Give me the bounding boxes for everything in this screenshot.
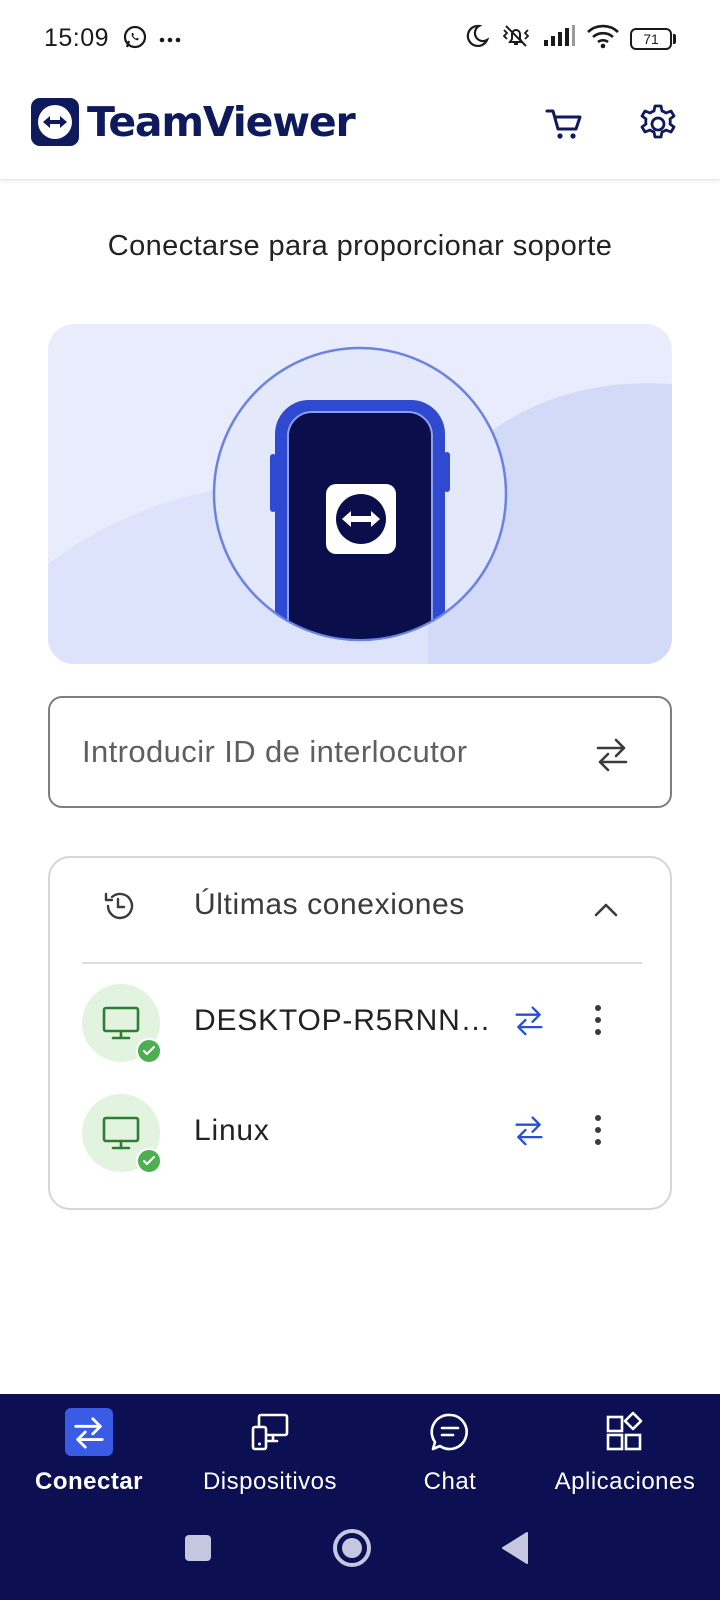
system-navigation-bar (0, 1506, 720, 1600)
battery-level: 71 (630, 27, 672, 50)
hero-illustration (48, 324, 672, 664)
cell-signal-icon (542, 24, 576, 53)
app-name: TeamViewer (87, 98, 356, 146)
recent-connection-row[interactable]: Linux (50, 1082, 670, 1182)
chat-bubble-icon (426, 1408, 474, 1456)
mute-vibrate-icon (500, 22, 532, 55)
recent-connections-card: Últimas conexiones DESKTOP-R5RNN… Linux (48, 856, 672, 1210)
nav-label: Chat (423, 1468, 477, 1495)
monitor-icon (102, 1006, 140, 1040)
more-vertical-icon[interactable] (574, 996, 622, 1044)
do-not-disturb-moon-icon (462, 22, 490, 55)
connect-arrows-icon[interactable] (588, 730, 636, 778)
connect-arrows-icon (65, 1408, 113, 1456)
more-notifications-icon (158, 31, 182, 49)
connect-arrows-icon[interactable] (505, 996, 553, 1044)
nav-item-aplicaciones[interactable]: Aplicaciones (540, 1408, 710, 1508)
phone-illustration (48, 346, 672, 664)
online-check-icon (136, 1148, 162, 1174)
recent-connections-header[interactable]: Últimas conexiones (50, 858, 670, 962)
recent-connection-row[interactable]: DESKTOP-R5RNN… (50, 972, 670, 1072)
nav-label: Dispositivos (202, 1468, 338, 1495)
computer-avatar (82, 984, 162, 1064)
nav-item-conectar[interactable]: Conectar (24, 1408, 154, 1508)
apps-grid-icon (601, 1408, 649, 1456)
partner-id-field[interactable] (48, 696, 672, 808)
computer-avatar (82, 1094, 162, 1174)
gear-icon[interactable] (634, 100, 682, 148)
divider (82, 962, 642, 964)
recents-square-icon[interactable] (176, 1526, 220, 1570)
connection-name: DESKTOP-R5RNN… (194, 1004, 492, 1037)
nav-item-chat[interactable]: Chat (390, 1408, 510, 1508)
partner-id-input[interactable] (82, 734, 562, 770)
nav-label: Conectar (34, 1468, 144, 1495)
whatsapp-icon (122, 24, 148, 55)
nav-item-dispositivos[interactable]: Dispositivos (190, 1408, 350, 1508)
page-title: Conectarse para proporcionar soporte (107, 230, 613, 262)
status-time: 15:09 (44, 24, 110, 52)
chevron-up-icon[interactable] (586, 890, 626, 930)
back-triangle-icon[interactable] (492, 1526, 536, 1570)
teamviewer-logo: TeamViewer (31, 98, 356, 146)
history-icon (102, 888, 138, 929)
online-check-icon (136, 1038, 162, 1064)
cart-icon[interactable] (540, 100, 588, 148)
recent-connections-title: Últimas conexiones (194, 888, 465, 921)
monitor-icon (102, 1116, 140, 1150)
status-bar: 15:09 71 (0, 0, 720, 80)
app-header: TeamViewer (0, 80, 720, 180)
connect-arrows-icon[interactable] (505, 1106, 553, 1154)
battery-icon: 71 (630, 27, 676, 50)
wifi-icon (586, 23, 620, 54)
teamviewer-logo-icon (31, 98, 79, 146)
home-circle-icon[interactable] (330, 1526, 374, 1570)
more-vertical-icon[interactable] (574, 1106, 622, 1154)
devices-icon (246, 1408, 294, 1456)
nav-label: Aplicaciones (554, 1468, 696, 1495)
connection-name: Linux (194, 1114, 270, 1147)
